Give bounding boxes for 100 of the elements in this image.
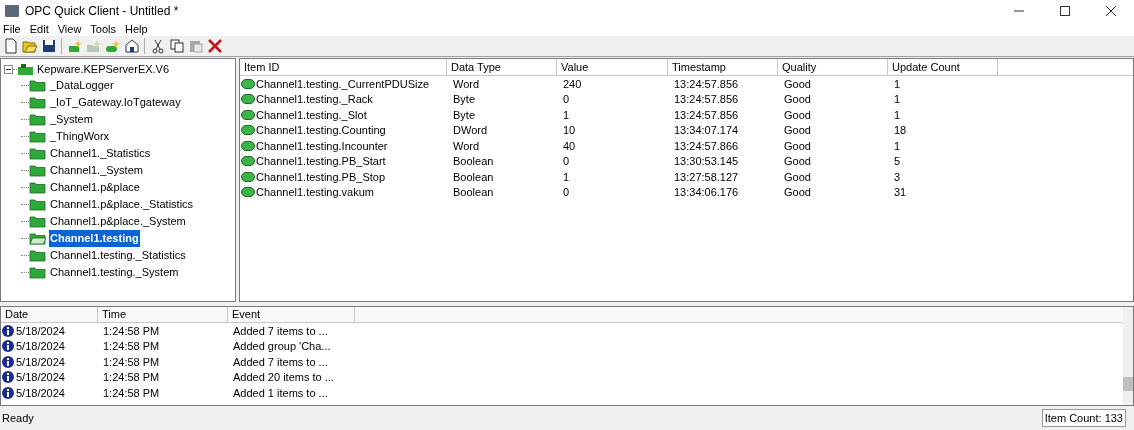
table-cell-text: Word <box>453 76 480 92</box>
table-cell-text: Byte <box>453 92 475 107</box>
table-cell-text: Good <box>784 92 811 107</box>
table-cell-text: 0 <box>563 92 570 107</box>
table-cell-text: 5/18/2024 <box>16 385 65 401</box>
column-header[interactable]: Quality <box>778 59 888 75</box>
tag-icon <box>241 140 255 151</box>
table-cell-text: 0 <box>563 154 570 169</box>
table-cell-text: 13:24:57.856 <box>674 107 739 123</box>
column-header[interactable]: Value <box>557 59 668 75</box>
folder-icon <box>29 96 46 109</box>
table-cell-text: Good <box>784 138 811 154</box>
tree-item[interactable]: _IoT_Gateway.IoTgateway <box>49 94 182 111</box>
table-cell-text: 1:24:58 PM <box>103 370 160 385</box>
app-logo <box>5 5 19 17</box>
column-header[interactable]: Time <box>98 307 228 322</box>
status-text: Ready <box>2 410 34 426</box>
tag-icon <box>241 94 255 105</box>
folder-icon <box>29 181 46 194</box>
table-cell-text: Good <box>784 76 811 92</box>
folder-icon <box>29 147 46 160</box>
close-icon <box>1106 6 1116 16</box>
table-cell-text: 1 <box>894 138 901 154</box>
table-cell-text: Added 7 items to ... <box>233 323 328 339</box>
tree-item[interactable]: Channel1.testing._System <box>49 264 180 281</box>
column-header[interactable]: Item ID <box>240 59 447 75</box>
table-cell-text: Boolean <box>453 169 494 185</box>
table-cell-text: Added 7 items to ... <box>233 354 328 370</box>
menu-item[interactable]: Edit <box>29 20 49 38</box>
table-cell-text: 5/18/2024 <box>16 323 65 339</box>
table-cell-text: 31 <box>894 185 907 200</box>
table-cell-text: 1 <box>894 107 901 123</box>
menu-item[interactable]: File <box>3 20 21 38</box>
table-cell-text: 1:24:58 PM <box>103 339 160 354</box>
scrollbar[interactable] <box>1123 307 1133 405</box>
table-cell-text: Added 20 items to ... <box>233 370 334 385</box>
tree-item[interactable]: Channel1.p&place <box>49 179 141 196</box>
folder-icon <box>29 249 46 262</box>
tag-icon <box>241 78 255 89</box>
table-cell-text: DWord <box>453 123 488 138</box>
table-cell-text: 3 <box>894 169 901 185</box>
table-cell-text: 5/18/2024 <box>16 370 65 385</box>
tree-item[interactable]: Channel1.p&place._System <box>49 213 187 230</box>
table-cell-text: Channel1.testing._Rack <box>256 92 373 107</box>
menu-item[interactable]: View <box>57 20 82 38</box>
tree-item[interactable]: Channel1.testing <box>49 230 140 247</box>
table-cell-text: 5 <box>894 154 901 169</box>
column-header[interactable]: Update Count <box>888 59 998 75</box>
column-header[interactable]: Date <box>1 307 98 322</box>
menu-item[interactable]: Tools <box>90 20 117 38</box>
menu-item[interactable]: Help <box>125 20 148 38</box>
column-header[interactable]: Timestamp <box>668 59 778 75</box>
folder-icon <box>29 164 46 177</box>
table-cell-text: 1:24:58 PM <box>103 385 160 401</box>
table-cell-text: Channel1.testing._CurrentPDUSize <box>256 76 430 92</box>
table-cell-text: 5/18/2024 <box>16 339 65 354</box>
table-cell-text: 1:24:58 PM <box>103 354 160 370</box>
table-cell-text: 18 <box>894 123 907 138</box>
table-cell-text: Channel1.testing.PB_Stop <box>256 169 386 185</box>
tree-item[interactable]: _ThingWorx <box>49 128 111 145</box>
window-title: OPC Quick Client - Untitled * <box>25 3 179 20</box>
folder-icon <box>29 113 46 126</box>
table-cell-text: 10 <box>563 123 576 138</box>
table-cell-text: Channel1.testing.Incounter <box>256 138 388 154</box>
table-cell-text: Good <box>784 154 811 169</box>
tree-item[interactable]: _DataLogger <box>49 77 115 94</box>
delete-icon[interactable] <box>205 37 224 55</box>
tag-icon <box>241 156 255 167</box>
table-cell-text: 240 <box>563 76 582 92</box>
folder-icon <box>29 79 46 92</box>
table-cell-text: 13:27:58.127 <box>674 169 739 185</box>
table-cell-text: Good <box>784 169 811 185</box>
tag-icon <box>241 125 255 136</box>
table-cell-text: 1 <box>894 92 901 107</box>
table-cell-text: 13:34:06.176 <box>674 185 739 200</box>
table-cell-text: 13:30:53.145 <box>674 154 739 169</box>
tree-item[interactable]: Channel1.testing._Statistics <box>49 247 187 264</box>
tree-item[interactable]: _System <box>49 111 94 128</box>
table-cell-text: Channel1.testing._Slot <box>256 107 367 123</box>
table-cell-text: Boolean <box>453 154 494 169</box>
folder-icon <box>29 198 46 211</box>
table-cell-text: Channel1.testing.Counting <box>256 123 386 138</box>
table-cell-text: 13:24:57.856 <box>674 76 739 92</box>
tag-icon <box>241 171 255 182</box>
table-cell-text: Good <box>784 185 811 200</box>
column-header[interactable]: Data Type <box>447 59 557 75</box>
open-folder-icon <box>29 232 46 245</box>
tree-item[interactable]: Channel1._Statistics <box>49 145 152 162</box>
tree-item[interactable]: Kepware.KEPServerEX.V6 <box>36 60 171 78</box>
table-cell-text: Added group 'Cha... <box>233 339 331 354</box>
minus-icon <box>6 66 11 72</box>
tree-item[interactable]: Channel1.p&place._Statistics <box>49 196 195 213</box>
folder-icon <box>29 215 46 228</box>
column-header[interactable]: Event <box>228 307 355 322</box>
table-cell-text: Good <box>784 123 811 138</box>
tree-item[interactable]: Channel1._System <box>49 162 144 179</box>
collapse-toggle[interactable] <box>4 64 13 74</box>
table-cell-text: Added 1 items to ... <box>233 385 328 401</box>
copy-icon[interactable] <box>167 37 186 55</box>
table-cell-text: Channel1.testing.PB_Start <box>256 154 386 169</box>
